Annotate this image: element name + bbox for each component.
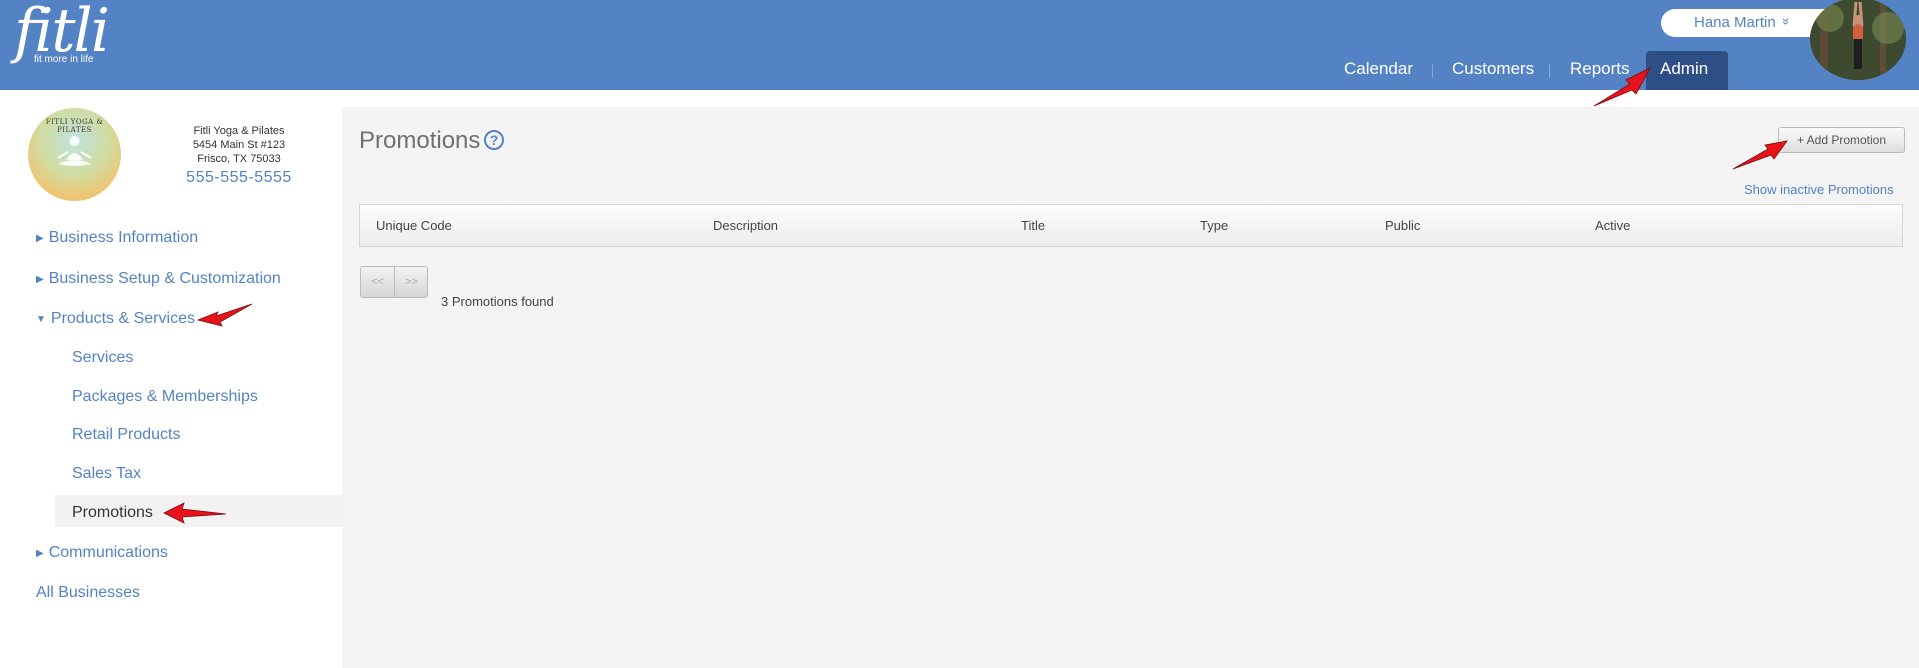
pager-next-button[interactable]: >> bbox=[395, 267, 428, 297]
avatar-photo bbox=[1810, 0, 1906, 80]
results-count: 3 Promotions found bbox=[441, 294, 554, 309]
add-promotion-button[interactable]: + Add Promotion bbox=[1778, 127, 1905, 153]
caret-right-icon: ▶ bbox=[36, 233, 44, 244]
column-header-type[interactable]: Type bbox=[1200, 218, 1228, 233]
column-header-public[interactable]: Public bbox=[1385, 218, 1420, 233]
main-content: Promotions ? + Add Promotion Show inacti… bbox=[342, 107, 1919, 668]
business-phone[interactable]: 555-555-5555 bbox=[160, 169, 318, 187]
annotation-arrow-add-promotion bbox=[1732, 140, 1788, 170]
pagination: << >> bbox=[360, 266, 428, 298]
sidebar-item-label: Business Setup & Customization bbox=[48, 270, 281, 287]
caret-down-icon: ▼ bbox=[36, 314, 46, 325]
annotation-arrow-admin bbox=[1593, 67, 1651, 107]
sidebar-item-communications[interactable]: ▶ Communications bbox=[36, 544, 168, 562]
sidebar-subitem-sales-tax[interactable]: Sales Tax bbox=[72, 465, 141, 483]
business-address-line1: 5454 Main St #123 bbox=[192, 139, 286, 151]
sidebar-item-label: Products & Services bbox=[50, 310, 195, 327]
column-header-active[interactable]: Active bbox=[1595, 218, 1630, 233]
business-logo: FITLI YOGA & PILATES bbox=[28, 108, 121, 201]
sidebar-item-label: Business Information bbox=[48, 229, 199, 246]
column-header-title[interactable]: Title bbox=[1021, 218, 1045, 233]
sidebar-item-label: Communications bbox=[48, 544, 168, 561]
business-address-line2: Frisco, TX 75033 bbox=[197, 153, 281, 165]
page-title: Promotions bbox=[359, 127, 481, 154]
sidebar-item-all-businesses[interactable]: All Businesses bbox=[36, 584, 140, 602]
sidebar-subitem-promotions[interactable]: Promotions bbox=[72, 504, 153, 522]
show-inactive-promotions-link[interactable]: Show inactive Promotions bbox=[1744, 182, 1894, 197]
caret-right-icon: ▶ bbox=[36, 274, 44, 285]
nav-customers[interactable]: Customers bbox=[1438, 51, 1548, 90]
avatar[interactable] bbox=[1810, 0, 1906, 80]
user-name: Hana Martin bbox=[1694, 14, 1776, 31]
sidebar-subitem-services[interactable]: Services bbox=[72, 349, 133, 367]
business-info: Fitli Yoga & Pilates 5454 Main St #123 F… bbox=[160, 124, 318, 187]
sidebar-subitem-retail-products[interactable]: Retail Products bbox=[72, 426, 181, 444]
sidebar-item-business-information[interactable]: ▶ Business Information bbox=[36, 229, 198, 247]
admin-sidebar: FITLI YOGA & PILATES Fitli Yoga & Pilate… bbox=[0, 90, 342, 668]
promotions-table-header: Unique Code Description Title Type Publi… bbox=[359, 204, 1903, 247]
caret-right-icon: ▶ bbox=[36, 548, 44, 559]
annotation-arrow-promotions bbox=[163, 502, 227, 524]
nav-calendar[interactable]: Calendar bbox=[1330, 51, 1427, 90]
annotation-arrow-products-services bbox=[196, 303, 253, 327]
help-icon[interactable]: ? bbox=[484, 130, 504, 150]
nav-divider bbox=[1549, 64, 1550, 78]
sidebar-item-products-services[interactable]: ▼ Products & Services bbox=[36, 310, 195, 328]
logo-wordmark: fitli bbox=[14, 0, 110, 66]
sidebar-subitem-packages-memberships[interactable]: Packages & Memberships bbox=[72, 388, 258, 406]
column-header-description[interactable]: Description bbox=[713, 218, 778, 233]
business-name: Fitli Yoga & Pilates bbox=[193, 125, 285, 137]
fitli-logo[interactable]: fitli fit more in life bbox=[14, 0, 110, 66]
column-header-unique-code[interactable]: Unique Code bbox=[376, 218, 452, 233]
nav-divider bbox=[1432, 64, 1433, 78]
sidebar-item-business-setup[interactable]: ▶ Business Setup & Customization bbox=[36, 270, 281, 288]
meditation-figure-icon bbox=[57, 136, 92, 166]
pager-prev-button[interactable]: << bbox=[361, 267, 394, 297]
nav-admin[interactable]: Admin bbox=[1646, 51, 1728, 90]
chevron-double-down-icon: » bbox=[1779, 17, 1795, 26]
